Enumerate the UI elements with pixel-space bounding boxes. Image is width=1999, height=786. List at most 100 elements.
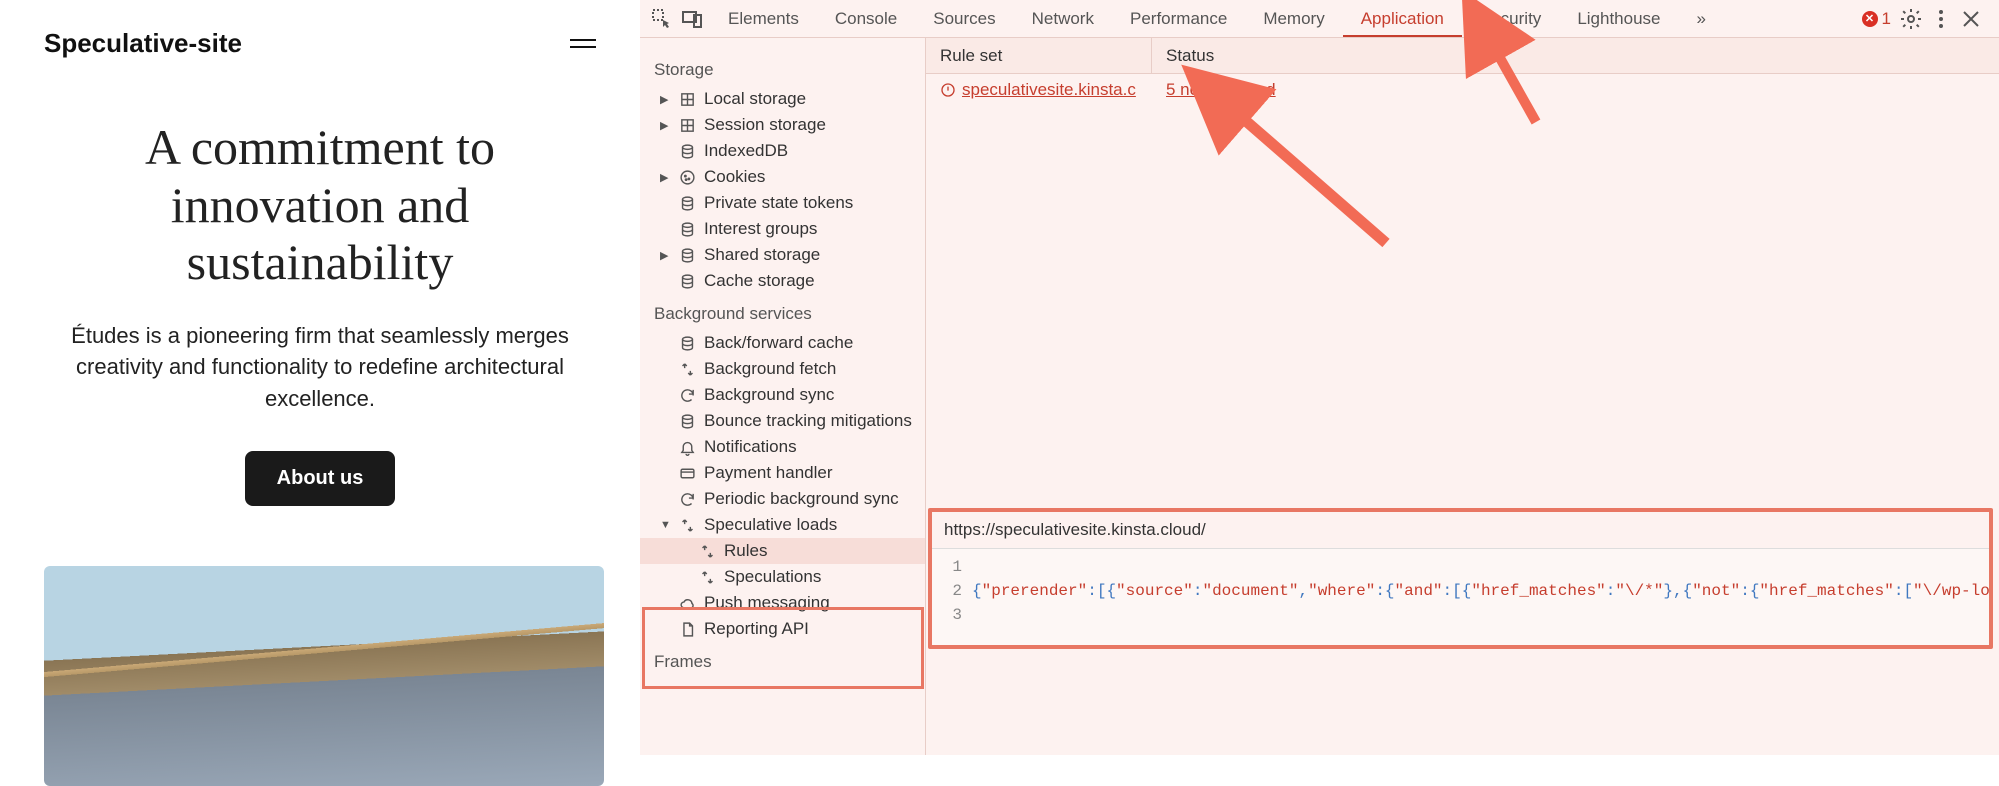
sidebar-item-rules[interactable]: Rules: [640, 538, 925, 564]
about-us-button[interactable]: About us: [245, 451, 396, 506]
device-toolbar-icon[interactable]: [680, 7, 704, 31]
updown-icon: [698, 568, 716, 586]
sidebar-item-label: Push messaging: [704, 593, 830, 613]
cookie-icon: [678, 168, 696, 186]
sidebar-section-background-services: Background services: [640, 294, 925, 330]
tab-application[interactable]: Application: [1343, 1, 1462, 37]
json-source-line: {"prerender":[{"source":"document","wher…: [972, 555, 1989, 627]
line-number: 1: [932, 555, 962, 579]
sidebar-item-reporting-api[interactable]: Reporting API: [640, 616, 925, 642]
sidebar-item-notifications[interactable]: Notifications: [640, 434, 925, 460]
rule-set-cell[interactable]: speculativesite.kinsta.c: [926, 74, 1152, 106]
sidebar-item-push-messaging[interactable]: Push messaging: [640, 590, 925, 616]
json-token: :: [1606, 582, 1616, 600]
sidebar-item-shared-storage[interactable]: ▶Shared storage: [640, 242, 925, 268]
sidebar-item-label: Session storage: [704, 115, 826, 135]
more-tabs-icon[interactable]: »: [1679, 1, 1724, 37]
json-token: },{: [1663, 582, 1692, 600]
sidebar-item-cache-storage[interactable]: Cache storage: [640, 268, 925, 294]
kebab-menu-icon[interactable]: [1929, 7, 1953, 31]
sidebar-item-label: Notifications: [704, 437, 797, 457]
tab-network[interactable]: Network: [1014, 1, 1112, 37]
sidebar-item-label: Private state tokens: [704, 193, 853, 213]
json-token: "where": [1308, 582, 1375, 600]
json-token: ,: [1298, 582, 1308, 600]
line-number: 3: [932, 603, 962, 627]
rules-table-row[interactable]: speculativesite.kinsta.c 5 not triggered: [926, 74, 1999, 106]
db-icon: [678, 334, 696, 352]
cloud-icon: [678, 594, 696, 612]
sidebar-item-indexeddb[interactable]: IndexedDB: [640, 138, 925, 164]
sidebar-item-label: Rules: [724, 541, 767, 561]
rules-table-header: Rule set Status: [926, 38, 1999, 74]
rule-detail-panel: https://speculativesite.kinsta.cloud/ 12…: [928, 508, 1993, 649]
line-number-gutter: 123: [932, 555, 972, 627]
devtools-body: Storage ▶Local storage▶Session storageIn…: [640, 38, 1999, 755]
sidebar-item-background-fetch[interactable]: Background fetch: [640, 356, 925, 382]
hero-paragraph: Études is a pioneering firm that seamles…: [50, 320, 590, 416]
bell-icon: [678, 438, 696, 456]
sidebar-item-label: Speculations: [724, 567, 821, 587]
error-indicator[interactable]: ✕ 1: [1862, 9, 1891, 29]
db-icon: [678, 142, 696, 160]
json-token: "href_matches": [1759, 582, 1893, 600]
tab-security[interactable]: Security: [1462, 1, 1559, 37]
website-preview: Speculative-site A commitment to innovat…: [0, 0, 640, 755]
json-token: :[{: [1087, 582, 1116, 600]
site-title: Speculative-site: [44, 28, 242, 59]
sidebar-item-payment-handler[interactable]: Payment handler: [640, 460, 925, 486]
sidebar-section-frames: Frames: [640, 642, 925, 678]
sidebar-item-speculative-loads[interactable]: ▼Speculative loads: [640, 512, 925, 538]
json-token: "href_matches": [1471, 582, 1605, 600]
sidebar-item-session-storage[interactable]: ▶Session storage: [640, 112, 925, 138]
sidebar-item-bounce-tracking-mitigations[interactable]: Bounce tracking mitigations: [640, 408, 925, 434]
sidebar-item-cookies[interactable]: ▶Cookies: [640, 164, 925, 190]
sidebar-item-speculations[interactable]: Speculations: [640, 564, 925, 590]
tab-lighthouse[interactable]: Lighthouse: [1559, 1, 1678, 37]
rule-status-cell[interactable]: 5 not triggered: [1152, 74, 1290, 106]
settings-gear-icon[interactable]: [1899, 7, 1923, 31]
sidebar-item-label: Interest groups: [704, 219, 817, 239]
sidebar-item-label: Shared storage: [704, 245, 820, 265]
sidebar-item-label: Periodic background sync: [704, 489, 899, 509]
sidebar-item-back-forward-cache[interactable]: Back/forward cache: [640, 330, 925, 356]
sidebar-item-label: Background sync: [704, 385, 834, 405]
hamburger-menu-icon[interactable]: [570, 39, 596, 48]
sidebar-item-periodic-background-sync[interactable]: Periodic background sync: [640, 486, 925, 512]
json-token: "\/*": [1615, 582, 1663, 600]
tab-performance[interactable]: Performance: [1112, 1, 1245, 37]
sidebar-item-label: Bounce tracking mitigations: [704, 411, 912, 431]
sidebar-item-background-sync[interactable]: Background sync: [640, 382, 925, 408]
tab-memory[interactable]: Memory: [1245, 1, 1342, 37]
column-rule-set[interactable]: Rule set: [926, 38, 1152, 74]
sidebar-section-storage: Storage: [640, 50, 925, 86]
rule-json-source: 123 {"prerender":[{"source":"document","…: [932, 549, 1989, 645]
grid-icon: [678, 116, 696, 134]
updown-icon: [678, 516, 696, 534]
json-token: "prerender": [982, 582, 1088, 600]
grid-icon: [678, 90, 696, 108]
sync-icon: [678, 386, 696, 404]
error-dot-icon: ✕: [1862, 11, 1878, 27]
sidebar-item-label: Cookies: [704, 167, 765, 187]
annotation-arrow-status: [1216, 93, 1396, 258]
db-icon: [678, 272, 696, 290]
sidebar-item-label: Cache storage: [704, 271, 815, 291]
close-devtools-icon[interactable]: [1959, 7, 1983, 31]
updown-icon: [678, 360, 696, 378]
site-header: Speculative-site: [44, 28, 596, 59]
line-number: 2: [932, 579, 962, 603]
json-token: "\/wp-login.: [1913, 582, 1989, 600]
sidebar-item-local-storage[interactable]: ▶Local storage: [640, 86, 925, 112]
sidebar-item-private-state-tokens[interactable]: Private state tokens: [640, 190, 925, 216]
tab-console[interactable]: Console: [817, 1, 915, 37]
db-icon: [678, 194, 696, 212]
sidebar-item-interest-groups[interactable]: Interest groups: [640, 216, 925, 242]
db-icon: [678, 246, 696, 264]
application-sidebar: Storage ▶Local storage▶Session storageIn…: [640, 38, 926, 755]
tab-sources[interactable]: Sources: [915, 1, 1013, 37]
column-status[interactable]: Status: [1152, 38, 1228, 74]
inspect-element-icon[interactable]: [650, 7, 674, 31]
tab-elements[interactable]: Elements: [710, 1, 817, 37]
sync-icon: [678, 490, 696, 508]
